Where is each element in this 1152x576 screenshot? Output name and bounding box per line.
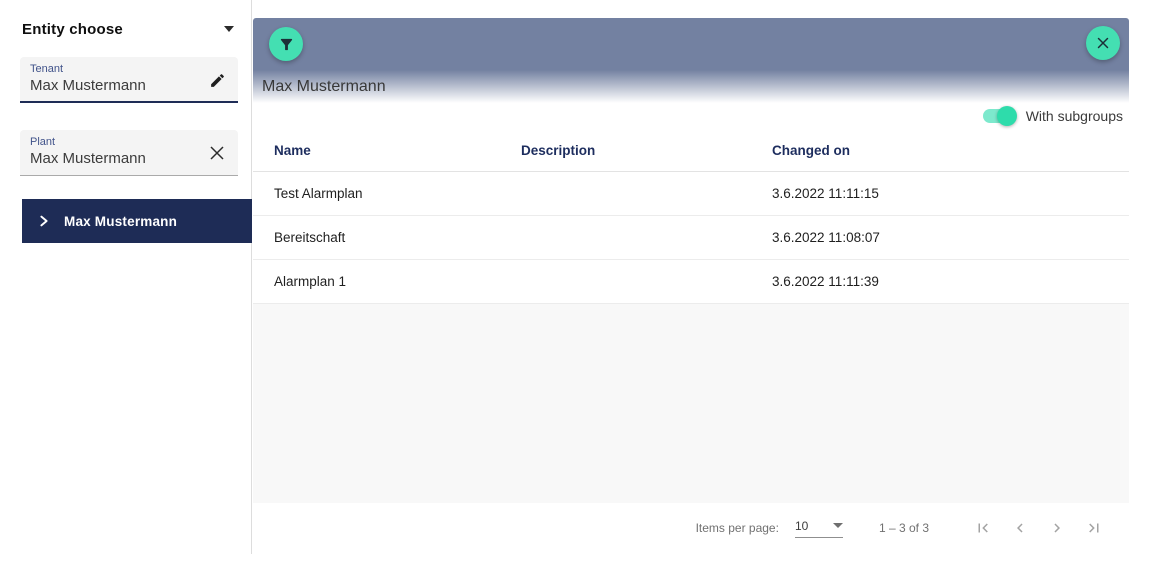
table-row[interactable]: Test Alarmplan 3.6.2022 11:11:15	[253, 172, 1129, 216]
close-x-icon	[1094, 34, 1112, 52]
table-row[interactable]: Bereitschaft 3.6.2022 11:08:07	[253, 216, 1129, 260]
filter-button[interactable]	[269, 27, 303, 61]
tenant-edit-button[interactable]	[206, 69, 228, 91]
table-row[interactable]: Alarmplan 1 3.6.2022 11:11:39	[253, 260, 1129, 304]
tree-item-label: Max Mustermann	[64, 214, 177, 229]
page-size-caret-icon	[833, 523, 843, 528]
cell-changed-on: 3.6.2022 11:11:39	[772, 274, 1129, 289]
tenant-value: Max Mustermann	[30, 77, 196, 94]
tenant-field: Tenant Max Mustermann	[20, 57, 238, 103]
plant-clear-button[interactable]	[206, 142, 228, 164]
cell-name: Bereitschaft	[253, 230, 521, 245]
first-page-icon	[974, 519, 992, 537]
clear-x-icon	[208, 144, 226, 162]
tenant-label: Tenant	[30, 63, 196, 75]
column-header-changed-on: Changed on	[772, 143, 1129, 158]
page-size-value: 10	[795, 519, 808, 533]
plant-field: Plant Max Mustermann	[20, 130, 238, 176]
entity-choose-title: Entity choose	[22, 21, 123, 38]
table-header-row: Name Description Changed on	[253, 130, 1129, 172]
previous-page-button[interactable]	[1007, 515, 1033, 541]
panel-header-bar	[253, 18, 1129, 70]
column-header-description: Description	[521, 143, 772, 158]
paginator: Items per page: 10 1 – 3 of 3	[253, 503, 1129, 553]
items-per-page-label: Items per page:	[696, 521, 779, 535]
cell-name: Test Alarmplan	[253, 186, 521, 201]
edit-pencil-icon	[209, 72, 226, 89]
subgroups-toggle-label: With subgroups	[1026, 108, 1123, 124]
subgroups-toggle[interactable]	[983, 106, 1017, 126]
last-page-icon	[1085, 519, 1103, 537]
cell-changed-on: 3.6.2022 11:11:15	[772, 186, 1129, 201]
first-page-button[interactable]	[970, 515, 996, 541]
plant-value: Max Mustermann	[30, 150, 196, 167]
filter-funnel-icon	[278, 36, 295, 53]
subgroups-toggle-row: With subgroups	[253, 103, 1123, 129]
panel-title: Max Mustermann	[262, 78, 386, 96]
next-page-icon	[1048, 519, 1066, 537]
last-page-button[interactable]	[1081, 515, 1107, 541]
entity-sidebar: Entity choose Tenant Max Mustermann Plan…	[0, 0, 252, 554]
column-header-name: Name	[253, 143, 521, 158]
toggle-thumb[interactable]	[997, 106, 1017, 126]
page-size-select[interactable]: 10	[795, 519, 843, 538]
next-page-button[interactable]	[1044, 515, 1070, 541]
page-range-label: 1 – 3 of 3	[879, 521, 929, 535]
table-empty-area	[253, 304, 1129, 503]
plant-label: Plant	[30, 136, 196, 148]
entity-choose-header: Entity choose	[22, 18, 234, 40]
previous-page-icon	[1011, 519, 1029, 537]
cell-changed-on: 3.6.2022 11:08:07	[772, 230, 1129, 245]
cell-name: Alarmplan 1	[253, 274, 521, 289]
chevron-right-icon[interactable]	[37, 214, 51, 228]
collapse-caret-icon[interactable]	[224, 26, 234, 32]
sidebar-item-max-mustermann[interactable]: Max Mustermann	[22, 199, 252, 243]
close-button[interactable]	[1086, 26, 1120, 60]
